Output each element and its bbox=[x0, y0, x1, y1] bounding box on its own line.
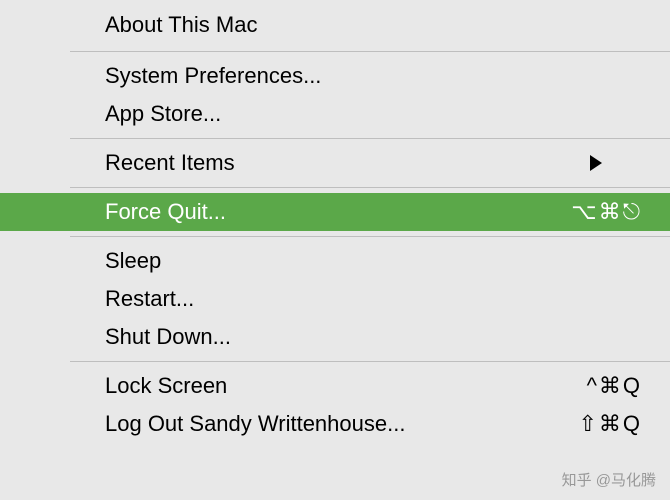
keyboard-shortcut: ^⌘Q bbox=[587, 373, 642, 399]
menu-item-app-store[interactable]: App Store... bbox=[0, 95, 670, 133]
menu-item-about[interactable]: About This Mac bbox=[0, 0, 670, 46]
watermark-text: 知乎 @马化腾 bbox=[562, 469, 656, 490]
menu-separator bbox=[70, 51, 670, 52]
menu-item-label: About This Mac bbox=[105, 12, 257, 38]
menu-item-sleep[interactable]: Sleep bbox=[0, 242, 670, 280]
menu-item-log-out[interactable]: Log Out Sandy Writtenhouse... ⇧⌘Q bbox=[0, 405, 670, 443]
menu-item-label: Lock Screen bbox=[105, 373, 227, 399]
menu-item-label: Shut Down... bbox=[105, 324, 231, 350]
menu-item-force-quit[interactable]: Force Quit... ⌥⌘⎋ bbox=[0, 193, 670, 231]
menu-item-label: Recent Items bbox=[105, 150, 235, 176]
apple-menu: About This Mac System Preferences... App… bbox=[0, 0, 670, 443]
menu-separator bbox=[70, 236, 670, 237]
menu-item-label: System Preferences... bbox=[105, 63, 321, 89]
menu-separator bbox=[70, 187, 670, 188]
menu-item-shut-down[interactable]: Shut Down... bbox=[0, 318, 670, 356]
keyboard-shortcut: ⇧⌘Q bbox=[578, 411, 642, 437]
menu-separator bbox=[70, 138, 670, 139]
keyboard-shortcut: ⌥⌘⎋ bbox=[571, 199, 642, 225]
menu-item-label: Log Out Sandy Writtenhouse... bbox=[105, 411, 405, 437]
menu-item-restart[interactable]: Restart... bbox=[0, 280, 670, 318]
menu-item-recent-items[interactable]: Recent Items bbox=[0, 144, 670, 182]
menu-item-label: App Store... bbox=[105, 101, 221, 127]
menu-item-label: Sleep bbox=[105, 248, 161, 274]
menu-separator bbox=[70, 361, 670, 362]
menu-item-label: Restart... bbox=[105, 286, 194, 312]
menu-item-system-preferences[interactable]: System Preferences... bbox=[0, 57, 670, 95]
submenu-arrow-icon bbox=[590, 155, 602, 171]
menu-item-lock-screen[interactable]: Lock Screen ^⌘Q bbox=[0, 367, 670, 405]
menu-item-label: Force Quit... bbox=[105, 199, 226, 225]
